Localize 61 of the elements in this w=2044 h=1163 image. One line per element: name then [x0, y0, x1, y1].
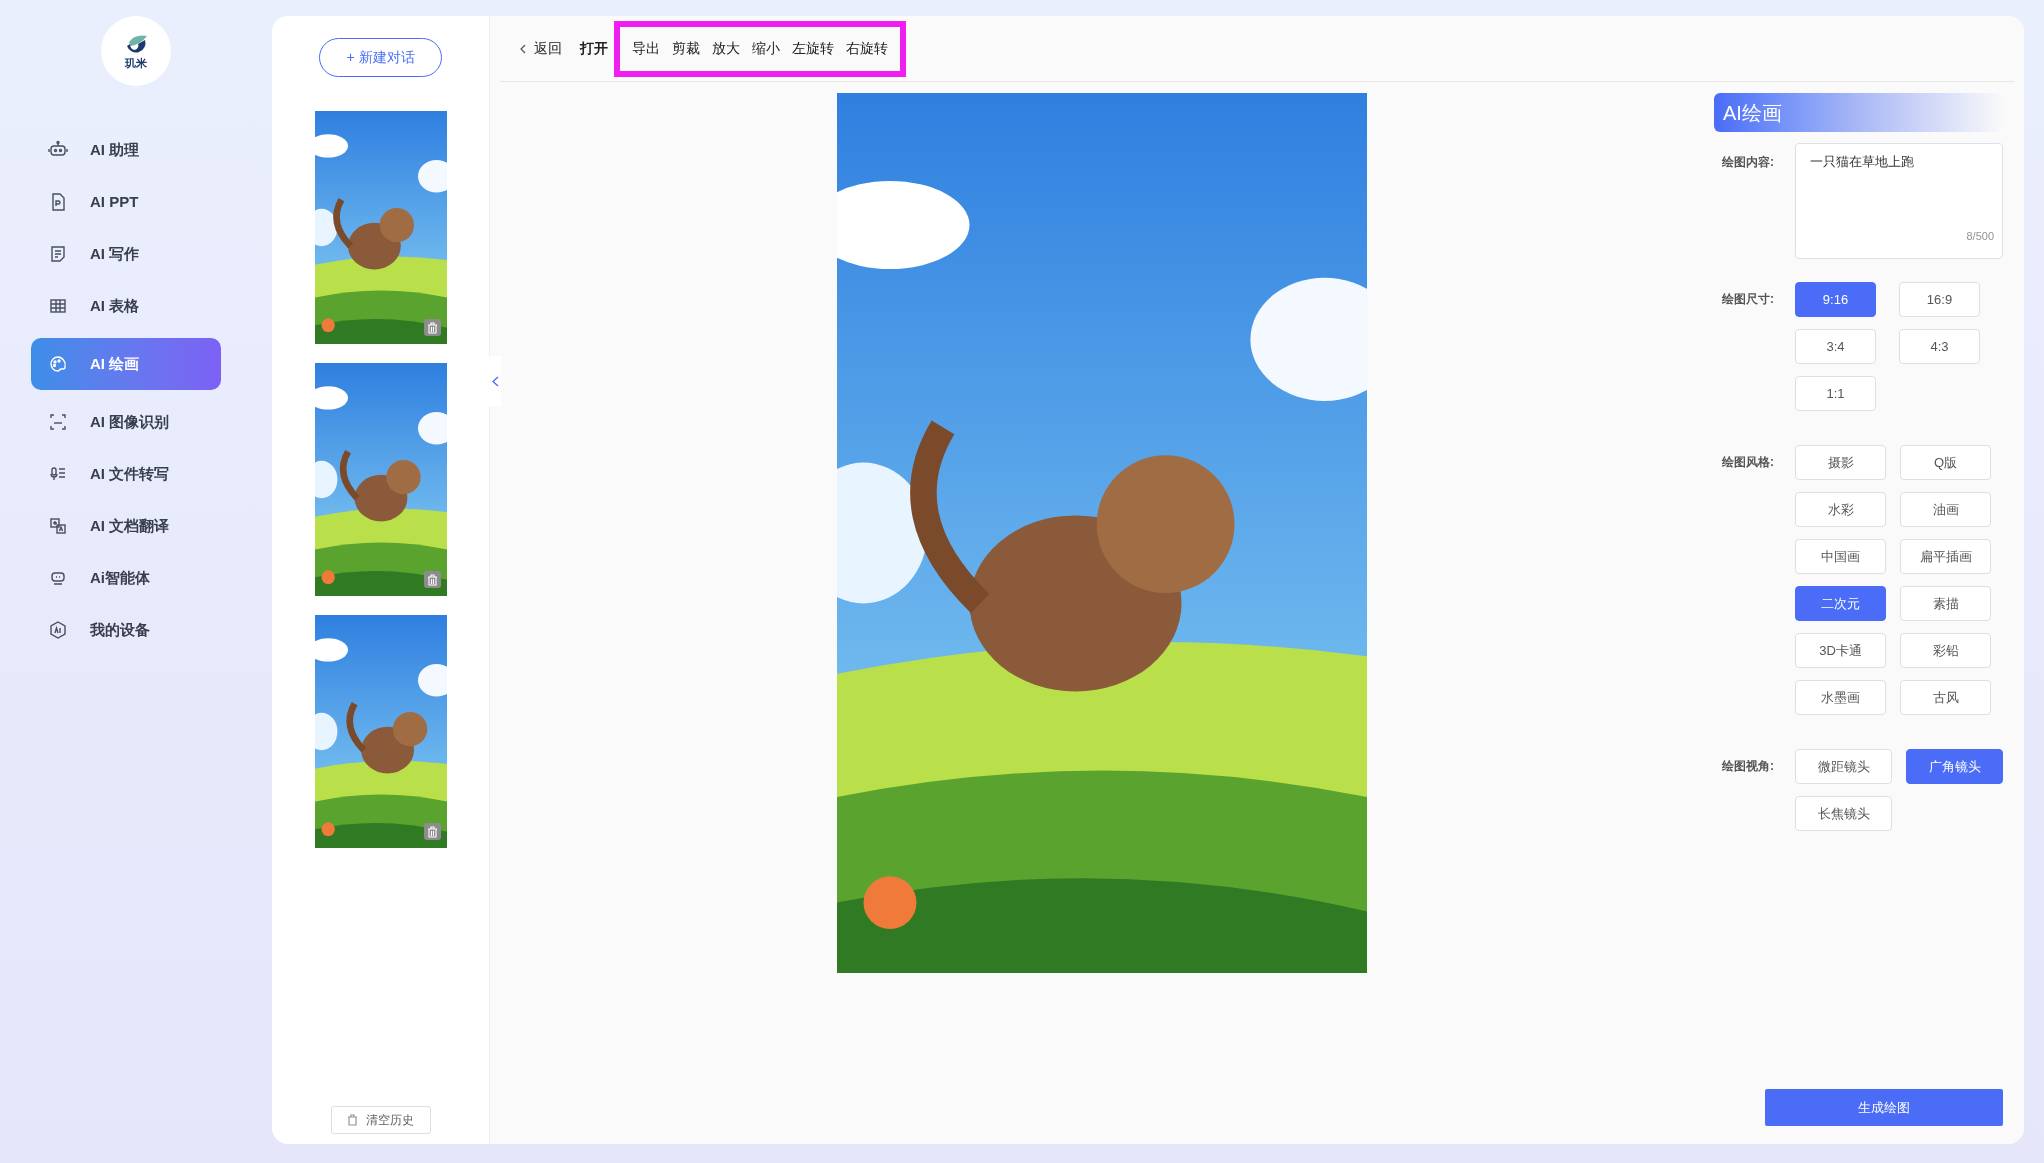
- toolbar-button[interactable]: 剪裁: [666, 20, 706, 77]
- option-button[interactable]: 3D卡通: [1795, 633, 1886, 668]
- option-button[interactable]: 长焦镜头: [1795, 796, 1892, 831]
- prompt-textarea[interactable]: 一只猫在草地上跑 8/500: [1795, 143, 2003, 259]
- option-button[interactable]: 摄影: [1795, 445, 1886, 480]
- translate-icon: [48, 516, 68, 536]
- option-button[interactable]: 素描: [1900, 586, 1991, 621]
- chevron-left-icon: [520, 43, 526, 54]
- field-label: 绘图风格:: [1721, 454, 1775, 471]
- trash-icon: [426, 321, 438, 334]
- back-button[interactable]: 返回: [520, 38, 562, 59]
- option-button[interactable]: Q版: [1900, 445, 1991, 480]
- sidebar-item[interactable]: AI 文件转写: [31, 454, 221, 494]
- option-button[interactable]: 1:1: [1795, 376, 1876, 411]
- option-button[interactable]: 油画: [1900, 492, 1991, 527]
- option-button[interactable]: 古风: [1900, 680, 1991, 715]
- trash-icon: [426, 573, 438, 586]
- toolbar-button[interactable]: 右旋转: [840, 20, 906, 77]
- option-button[interactable]: 9:16: [1795, 282, 1876, 317]
- field-label: 绘图视角:: [1721, 758, 1775, 775]
- option-button[interactable]: 彩铅: [1900, 633, 1991, 668]
- option-button[interactable]: 中国画: [1795, 539, 1886, 574]
- option-button[interactable]: 16:9: [1899, 282, 1980, 317]
- option-button[interactable]: 水彩: [1795, 492, 1886, 527]
- toolbar-button[interactable]: 导出: [614, 20, 666, 77]
- sidebar-item[interactable]: AI 图像识别: [31, 402, 221, 442]
- sidebar-item[interactable]: AI 写作: [31, 234, 221, 274]
- generate-button[interactable]: 生成绘图: [1765, 1089, 2003, 1126]
- option-button[interactable]: 水墨画: [1795, 680, 1886, 715]
- toolbar-button[interactable]: 缩小: [746, 20, 786, 77]
- sidebar-item[interactable]: AI PPT: [31, 182, 221, 222]
- clear-history-button[interactable]: 清空历史: [330, 1106, 431, 1134]
- sidebar-item[interactable]: AI 表格: [31, 286, 221, 326]
- table-icon: [48, 296, 68, 316]
- toolbar-button[interactable]: 左旋转: [786, 20, 840, 77]
- character-counter: 8/500: [1966, 228, 1994, 244]
- sidebar-item[interactable]: AI 绘画: [31, 338, 221, 390]
- palette-icon: [48, 354, 68, 374]
- hexagon-icon: [48, 620, 68, 640]
- toolbar-button[interactable]: 打开: [574, 20, 614, 77]
- option-button[interactable]: 4:3: [1899, 329, 1980, 364]
- option-button[interactable]: 扁平插画: [1900, 539, 1991, 574]
- field-label: 绘图内容:: [1721, 154, 1775, 171]
- sidebar-item[interactable]: 我的设备: [31, 610, 221, 650]
- collapse-tab[interactable]: [489, 356, 501, 406]
- note-icon: [48, 244, 68, 264]
- trash-icon: [347, 1114, 358, 1126]
- trash-icon: [426, 825, 438, 838]
- sidebar-item[interactable]: AI 文档翻译: [31, 506, 221, 546]
- prompt-text: 一只猫在草地上跑: [1810, 153, 1914, 171]
- field-label: 绘图尺寸:: [1721, 291, 1775, 308]
- chevron-left-icon: [491, 375, 499, 387]
- option-button[interactable]: 微距镜头: [1795, 749, 1892, 784]
- sidebar-item[interactable]: Ai智能体: [31, 558, 221, 598]
- toolbar-button[interactable]: 放大: [706, 20, 746, 77]
- logo-text: 玑米: [125, 57, 147, 69]
- option-button[interactable]: 广角镜头: [1906, 749, 2003, 784]
- scan-icon: [48, 412, 68, 432]
- option-button[interactable]: 二次元: [1795, 586, 1886, 621]
- option-button[interactable]: 3:4: [1795, 329, 1876, 364]
- sidebar-item[interactable]: AI 助理: [31, 130, 221, 170]
